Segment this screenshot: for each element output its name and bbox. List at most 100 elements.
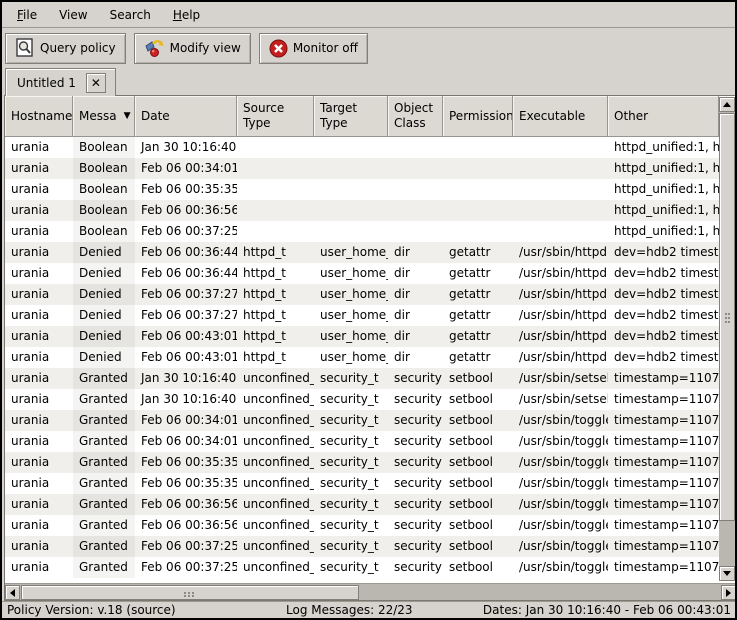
menu-view[interactable]: View [48,4,98,26]
table-row[interactable]: uraniaDeniedFeb 06 00:37:27httpd_tuser_h… [5,305,719,326]
cell: security [388,473,443,494]
dates-status: Dates: Jan 30 10:16:40 - Feb 06 00:43:01 [483,603,731,618]
cell: Feb 06 00:43:01 [135,326,237,347]
cell: urania [5,389,73,410]
column-header-date[interactable]: Date [135,96,237,137]
policy-version-status: Policy Version: v.18 (source) [7,603,176,618]
cell: security_t [314,389,388,410]
log-table: HostnameMessa▼DateSource TypeTarget Type… [4,95,737,601]
table-row[interactable]: uraniaGrantedFeb 06 00:37:25unconfined_s… [5,536,719,557]
cell: urania [5,452,73,473]
cell: /usr/sbin/toggle [513,431,608,452]
cell: security [388,410,443,431]
cell: security_t [314,494,388,515]
scroll-right-icon[interactable] [721,585,736,600]
column-header-label: Target Type [320,101,357,131]
cell: httpd_unified:1, h [608,137,719,158]
menu-file[interactable]: File [6,4,48,26]
query-policy-button[interactable]: Query policy [5,33,126,64]
menu-help[interactable]: Help [162,4,211,26]
cell: urania [5,536,73,557]
cell [388,221,443,242]
table-row[interactable]: uraniaBooleanFeb 06 00:35:35httpd_unifie… [5,179,719,200]
cell: Feb 06 00:37:27 [135,305,237,326]
cell: dev=hdb2 timesta [608,305,719,326]
table-row[interactable]: uraniaDeniedFeb 06 00:36:44httpd_tuser_h… [5,263,719,284]
monitor-off-button[interactable]: Monitor off [259,33,368,64]
table-row[interactable]: uraniaGrantedFeb 06 00:37:25unconfined_s… [5,557,719,578]
cell: timestamp=11076 [608,473,719,494]
table-row[interactable]: uraniaGrantedFeb 06 00:34:01unconfined_s… [5,431,719,452]
table-body: uraniaBooleanJan 30 10:16:40httpd_unifie… [5,137,719,582]
cell [443,137,513,158]
cell: Feb 06 00:34:01 [135,410,237,431]
table-row[interactable]: uraniaDeniedFeb 06 00:36:44httpd_tuser_h… [5,242,719,263]
column-header-object-class[interactable]: Object Class [388,96,443,137]
cell: setbool [443,494,513,515]
cell: httpd_t [237,347,314,368]
vertical-scrollbar-thumb[interactable] [719,113,735,521]
cell: dev=hdb2 timesta [608,347,719,368]
cell: Granted [73,494,135,515]
cell: Feb 06 00:36:56 [135,515,237,536]
table-row[interactable]: uraniaDeniedFeb 06 00:43:01httpd_tuser_h… [5,347,719,368]
table-row[interactable]: uraniaBooleanJan 30 10:16:40httpd_unifie… [5,137,719,158]
table-row[interactable]: uraniaGrantedFeb 06 00:36:56unconfined_s… [5,494,719,515]
cell: dir [388,284,443,305]
cell: user_home_ [314,305,388,326]
table-row[interactable]: uraniaGrantedFeb 06 00:34:01unconfined_s… [5,410,719,431]
cell: Feb 06 00:34:01 [135,431,237,452]
cell [237,137,314,158]
cell: security_t [314,536,388,557]
cell: urania [5,200,73,221]
cell: httpd_t [237,242,314,263]
scroll-down-icon[interactable] [719,566,735,581]
app-window: File View Search Help Query policy [0,0,737,620]
cell: getattr [443,242,513,263]
cell: unconfined_ [237,368,314,389]
horizontal-scrollbar-thumb[interactable] [21,585,359,600]
scroll-up-icon[interactable] [719,97,735,112]
cell [513,179,608,200]
cell: setbool [443,389,513,410]
column-header-permission[interactable]: Permission [443,96,513,137]
table-row[interactable]: uraniaGrantedJan 30 10:16:40unconfined_s… [5,368,719,389]
column-header-other[interactable]: Other [608,96,719,137]
column-header-messa[interactable]: Messa▼ [73,96,135,137]
cell: httpd_t [237,326,314,347]
column-header-hostname[interactable]: Hostname [5,96,73,137]
cell: Granted [73,536,135,557]
cell: dev=hdb2 timesta [608,263,719,284]
table-row[interactable]: uraniaBooleanFeb 06 00:34:01httpd_unifie… [5,158,719,179]
modify-view-button[interactable]: Modify view [134,33,251,64]
table-row[interactable]: uraniaGrantedFeb 06 00:36:56unconfined_s… [5,515,719,536]
cell: urania [5,242,73,263]
column-header-source-type[interactable]: Source Type [237,96,314,137]
table-row[interactable]: uraniaDeniedFeb 06 00:37:27httpd_tuser_h… [5,284,719,305]
cell: urania [5,557,73,578]
tab-untitled-1[interactable]: Untitled 1 ✕ [5,68,116,96]
cell: urania [5,347,73,368]
menu-search[interactable]: Search [99,4,162,26]
table-row[interactable]: uraniaDeniedFeb 06 00:43:01httpd_tuser_h… [5,326,719,347]
horizontal-scrollbar[interactable] [5,583,736,600]
table-row[interactable]: uraniaBooleanFeb 06 00:37:25httpd_unifie… [5,221,719,242]
cell: getattr [443,263,513,284]
column-header-executable[interactable]: Executable [513,96,608,137]
table-row[interactable]: uraniaGrantedFeb 06 00:35:35unconfined_s… [5,452,719,473]
cell: Jan 30 10:16:40 [135,137,237,158]
table-row[interactable]: uraniaGrantedJan 30 10:16:40unconfined_s… [5,389,719,410]
cell: httpd_unified:1, h [608,200,719,221]
cell: user_home_ [314,242,388,263]
column-header-target-type[interactable]: Target Type [314,96,388,137]
cell: Granted [73,557,135,578]
scroll-left-icon[interactable] [5,585,20,600]
cell: getattr [443,305,513,326]
close-icon[interactable]: ✕ [86,73,106,93]
vertical-scrollbar[interactable] [719,97,735,581]
table-row[interactable]: uraniaBooleanFeb 06 00:36:56httpd_unifie… [5,200,719,221]
cell [513,158,608,179]
cell [237,158,314,179]
cell [388,179,443,200]
table-row[interactable]: uraniaGrantedFeb 06 00:35:35unconfined_s… [5,473,719,494]
